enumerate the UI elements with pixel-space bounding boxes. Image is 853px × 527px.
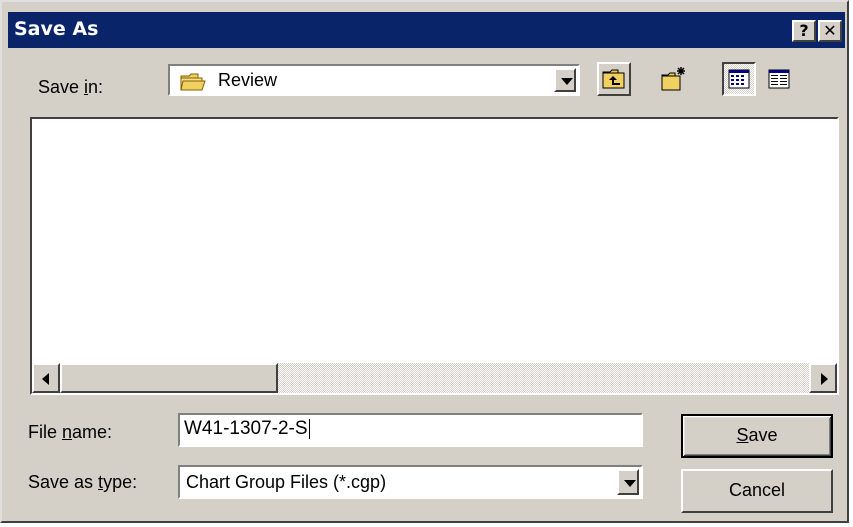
save-as-type-value: Chart Group Files (*.cgp) <box>186 472 387 492</box>
close-icon: ✕ <box>823 21 837 40</box>
title-bar[interactable]: Save As ? ✕ <box>8 12 845 48</box>
up-one-level-icon <box>602 69 625 89</box>
save-as-type-label: Save as type: <box>28 472 137 493</box>
file-name-value: W41-1307-2-S <box>184 418 310 440</box>
arrow-left-icon <box>42 373 49 385</box>
chevron-down-icon <box>624 480 636 487</box>
save-button-label: ave <box>748 425 778 445</box>
scroll-left-button[interactable] <box>32 363 60 393</box>
up-one-level-button[interactable] <box>597 62 631 96</box>
file-name-label-text: File <box>28 422 63 442</box>
dialog-title: Save As <box>14 18 99 40</box>
details-view-icon <box>768 69 790 89</box>
folder-icon <box>180 73 206 91</box>
scroll-right-button[interactable] <box>809 363 837 393</box>
save-in-dropdown-button[interactable] <box>554 68 576 92</box>
file-name-text: W41-1307-2-S <box>184 418 308 439</box>
save-as-type-combo[interactable]: Chart Group Files (*.cgp) <box>178 465 643 499</box>
save-button-accel: S <box>736 425 749 445</box>
save-as-type-label-text-end: ype: <box>103 472 138 492</box>
arrow-right-icon <box>821 373 828 385</box>
file-list[interactable] <box>30 117 839 395</box>
save-as-type-dropdown-button[interactable] <box>617 469 639 495</box>
list-view-icon <box>728 69 750 89</box>
cancel-button[interactable]: Cancel <box>681 469 833 513</box>
create-new-folder-icon <box>661 67 685 91</box>
details-view-button[interactable] <box>762 62 796 96</box>
save-in-combo[interactable]: Review <box>168 64 580 96</box>
save-in-value: Review <box>218 70 278 90</box>
file-name-label-accel: n <box>62 422 73 442</box>
save-as-type-label-text: Save as <box>28 472 99 492</box>
list-view-button[interactable] <box>722 62 756 96</box>
create-new-folder-button[interactable] <box>656 62 690 96</box>
text-caret <box>308 418 310 439</box>
help-button[interactable]: ? <box>792 20 816 42</box>
save-in-label-text: Save <box>38 77 85 97</box>
save-button[interactable]: Save <box>681 414 833 458</box>
save-in-label: Save in: <box>38 77 103 98</box>
file-name-label: File name: <box>28 422 112 443</box>
close-button[interactable]: ✕ <box>818 20 842 42</box>
save-in-label-text-end: n: <box>88 77 104 97</box>
horizontal-scrollbar[interactable] <box>32 363 837 393</box>
chevron-down-icon <box>561 78 573 85</box>
file-name-label-text-end: ame: <box>72 422 113 442</box>
file-name-input[interactable]: W41-1307-2-S <box>178 413 643 447</box>
scrollbar-thumb[interactable] <box>60 363 278 393</box>
